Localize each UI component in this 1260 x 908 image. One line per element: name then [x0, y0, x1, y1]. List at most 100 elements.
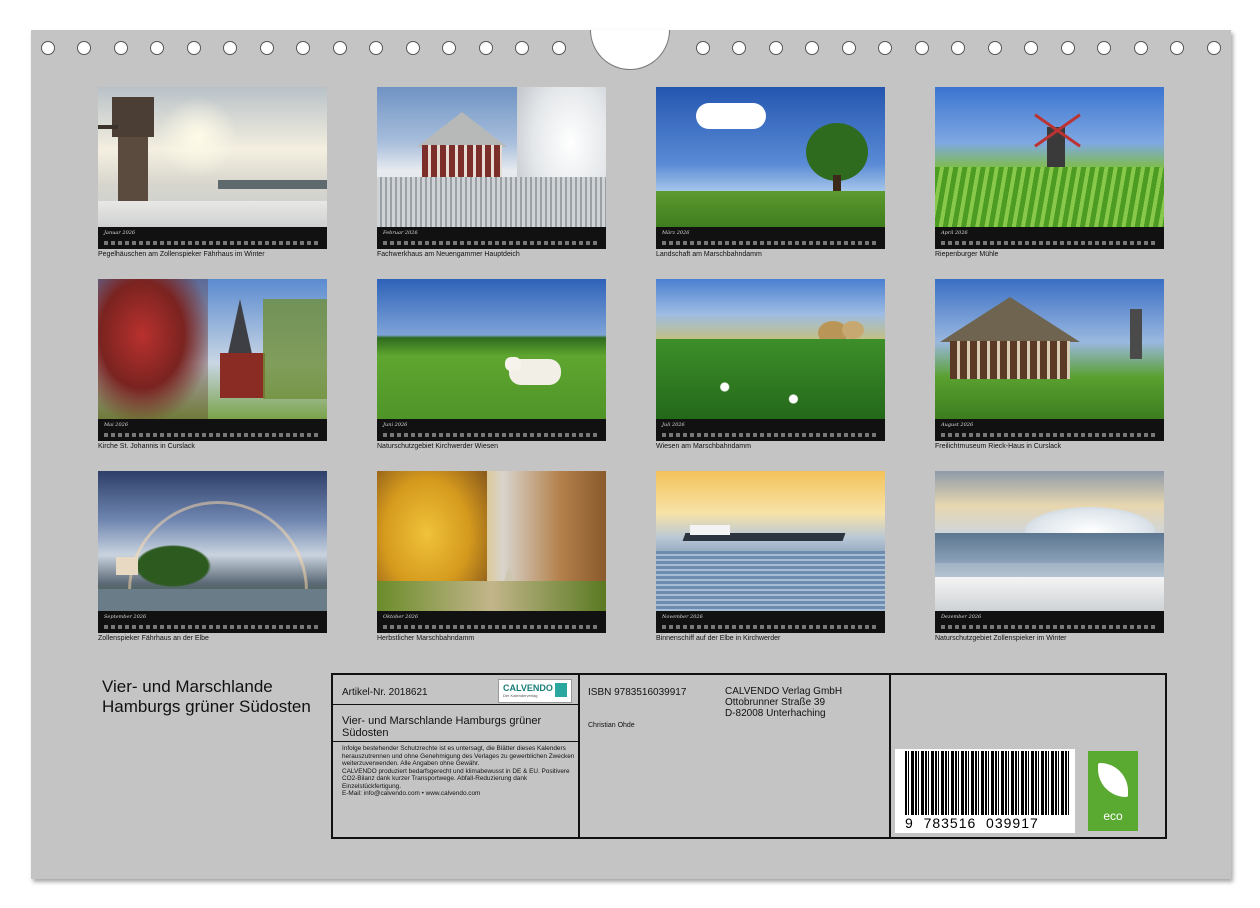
month-name: April 2026 [941, 230, 968, 236]
calendar-strip: Juli 2026 [656, 419, 885, 441]
binding-hole [988, 41, 1002, 55]
month-tile-october: Oktober 2026 Herbstlicher Marschbahndamm [377, 471, 606, 642]
photo-caption: Zollenspieker Fährhaus an der Elbe [98, 635, 209, 642]
calendar-strip: Dezember 2026 [935, 611, 1164, 633]
photo-caption: Naturschutzgebiet Kirchwerder Wiesen [377, 443, 498, 450]
binding-hole [369, 41, 383, 55]
month-name: Dezember 2026 [941, 614, 982, 620]
photo-april [935, 87, 1164, 227]
binding-hole [552, 41, 566, 55]
binding-hole [41, 41, 55, 55]
month-tile-august: August 2026 Freilichtmuseum Rieck-Haus i… [935, 279, 1164, 450]
publisher-line: D-82008 Unterhaching [725, 708, 826, 719]
binding-hole [696, 41, 710, 55]
info-column-middle: ISBN 9783516039917 Christian Ohde CALVEN… [578, 675, 891, 837]
month-name: Oktober 2026 [383, 614, 419, 620]
binding-hole [223, 41, 237, 55]
binding-hole [77, 41, 91, 55]
calendar-strip: April 2026 [935, 227, 1164, 249]
month-tile-january: Januar 2026 Pegelhäuschen am Zollenspiek… [98, 87, 327, 258]
month-tile-march: März 2026 Landschaft am Marschbahndamm [656, 87, 885, 258]
barcode: 9 783516 039917 [895, 749, 1075, 833]
publisher-info-box: Artikel-Nr. 2018621 CALVENDO Der Kalende… [331, 673, 1167, 839]
binding-hole [1207, 41, 1221, 55]
photo-august [935, 279, 1164, 419]
binding-hole [442, 41, 456, 55]
calendar-strip: März 2026 [656, 227, 885, 249]
isbn: ISBN 9783516039917 [588, 687, 687, 698]
binding-hole [1170, 41, 1184, 55]
binding-hole [842, 41, 856, 55]
month-tile-december: Dezember 2026 Naturschutzgebiet Zollensp… [935, 471, 1164, 642]
calendar-strip: August 2026 [935, 419, 1164, 441]
month-tile-june: Juni 2026 Naturschutzgebiet Kirchwerder … [377, 279, 606, 450]
photo-caption: Naturschutzgebiet Zollenspieker im Winte… [935, 635, 1067, 642]
article-number: Artikel-Nr. 2018621 [342, 687, 428, 698]
month-name: März 2026 [662, 230, 690, 236]
month-tile-may: Mai 2026 Kirche St. Johannis in Curslack [98, 279, 327, 450]
photo-september [98, 471, 327, 611]
calvendo-logo: CALVENDO Der Kalenderverlag [498, 679, 572, 703]
month-name: September 2026 [104, 614, 147, 620]
publisher-line: CALVENDO Verlag GmbH [725, 686, 843, 697]
binding-hole [1061, 41, 1075, 55]
calendar-strip: November 2026 [656, 611, 885, 633]
calendar-strip: Februar 2026 [377, 227, 606, 249]
eco-label: eco [1103, 809, 1123, 823]
author: Christian Ohde [588, 722, 635, 729]
leaf-icon [1098, 763, 1128, 797]
publisher-line: Ottobrunner Straße 39 [725, 697, 826, 708]
month-name: Juni 2026 [383, 422, 408, 428]
month-name: August 2026 [941, 422, 974, 428]
calendar-strip: Januar 2026 [98, 227, 327, 249]
photo-caption: Binnenschiff auf der Elbe in Kirchwerder [656, 635, 781, 642]
photo-december [935, 471, 1164, 611]
binding-hole [114, 41, 128, 55]
photo-caption: Herbstlicher Marschbahndamm [377, 635, 475, 642]
photo-caption: Riepenburger Mühle [935, 251, 999, 258]
month-tile-november: November 2026 Binnenschiff auf der Elbe … [656, 471, 885, 642]
photo-november [656, 471, 885, 611]
month-name: November 2026 [662, 614, 703, 620]
photo-caption: Pegelhäuschen am Zollenspieker Fährhaus … [98, 251, 265, 258]
calendar-title: Vier- und Marschlande Hamburgs grüner Sü… [102, 677, 311, 716]
binding-hole [805, 41, 819, 55]
month-name: Juli 2026 [662, 422, 685, 428]
photo-caption: Freilichtmuseum Rieck-Haus in Curslack [935, 443, 1062, 450]
binding-hole [1097, 41, 1111, 55]
eco-badge: eco [1088, 751, 1138, 831]
binding-hole [878, 41, 892, 55]
info-column-left: Artikel-Nr. 2018621 CALVENDO Der Kalende… [333, 675, 580, 837]
binding-hole [333, 41, 347, 55]
binding-hole [951, 41, 965, 55]
month-tile-july: Juli 2026 Wiesen am Marschbahndamm [656, 279, 885, 450]
photo-caption: Wiesen am Marschbahndamm [656, 443, 751, 450]
binding-hole [1134, 41, 1148, 55]
publisher-address: CALVENDO Verlag GmbH Ottobrunner Straße … [725, 686, 842, 719]
photo-october [377, 471, 606, 611]
photo-caption: Fachwerkhaus am Neuengammer Hauptdeich [377, 251, 520, 258]
photo-caption: Landschaft am Marschbahndamm [656, 251, 762, 258]
calendar-strip: Oktober 2026 [377, 611, 606, 633]
photo-may [98, 279, 327, 419]
photo-february [377, 87, 606, 227]
calendar-strip: Mai 2026 [98, 419, 327, 441]
photo-caption: Kirche St. Johannis in Curslack [98, 443, 195, 450]
binding-hole [1024, 41, 1038, 55]
info-title: Vier- und Marschlande Hamburgs grüner Sü… [342, 715, 542, 739]
calendar-strip: September 2026 [98, 611, 327, 633]
month-tile-april: April 2026 Riepenburger Mühle [935, 87, 1164, 258]
month-name: Mai 2026 [104, 422, 129, 428]
binding-hole [515, 41, 529, 55]
logo-text: CALVENDO [503, 683, 553, 693]
binding-hole [769, 41, 783, 55]
calendar-strip: Juni 2026 [377, 419, 606, 441]
binding-hole [915, 41, 929, 55]
month-name: Februar 2026 [383, 230, 418, 236]
binding-hole [732, 41, 746, 55]
logo-subtext: Der Kalenderverlag [503, 693, 538, 698]
month-name: Januar 2026 [104, 230, 136, 236]
binding-hole [406, 41, 420, 55]
binding-hole [260, 41, 274, 55]
barcode-bars [905, 751, 1070, 815]
